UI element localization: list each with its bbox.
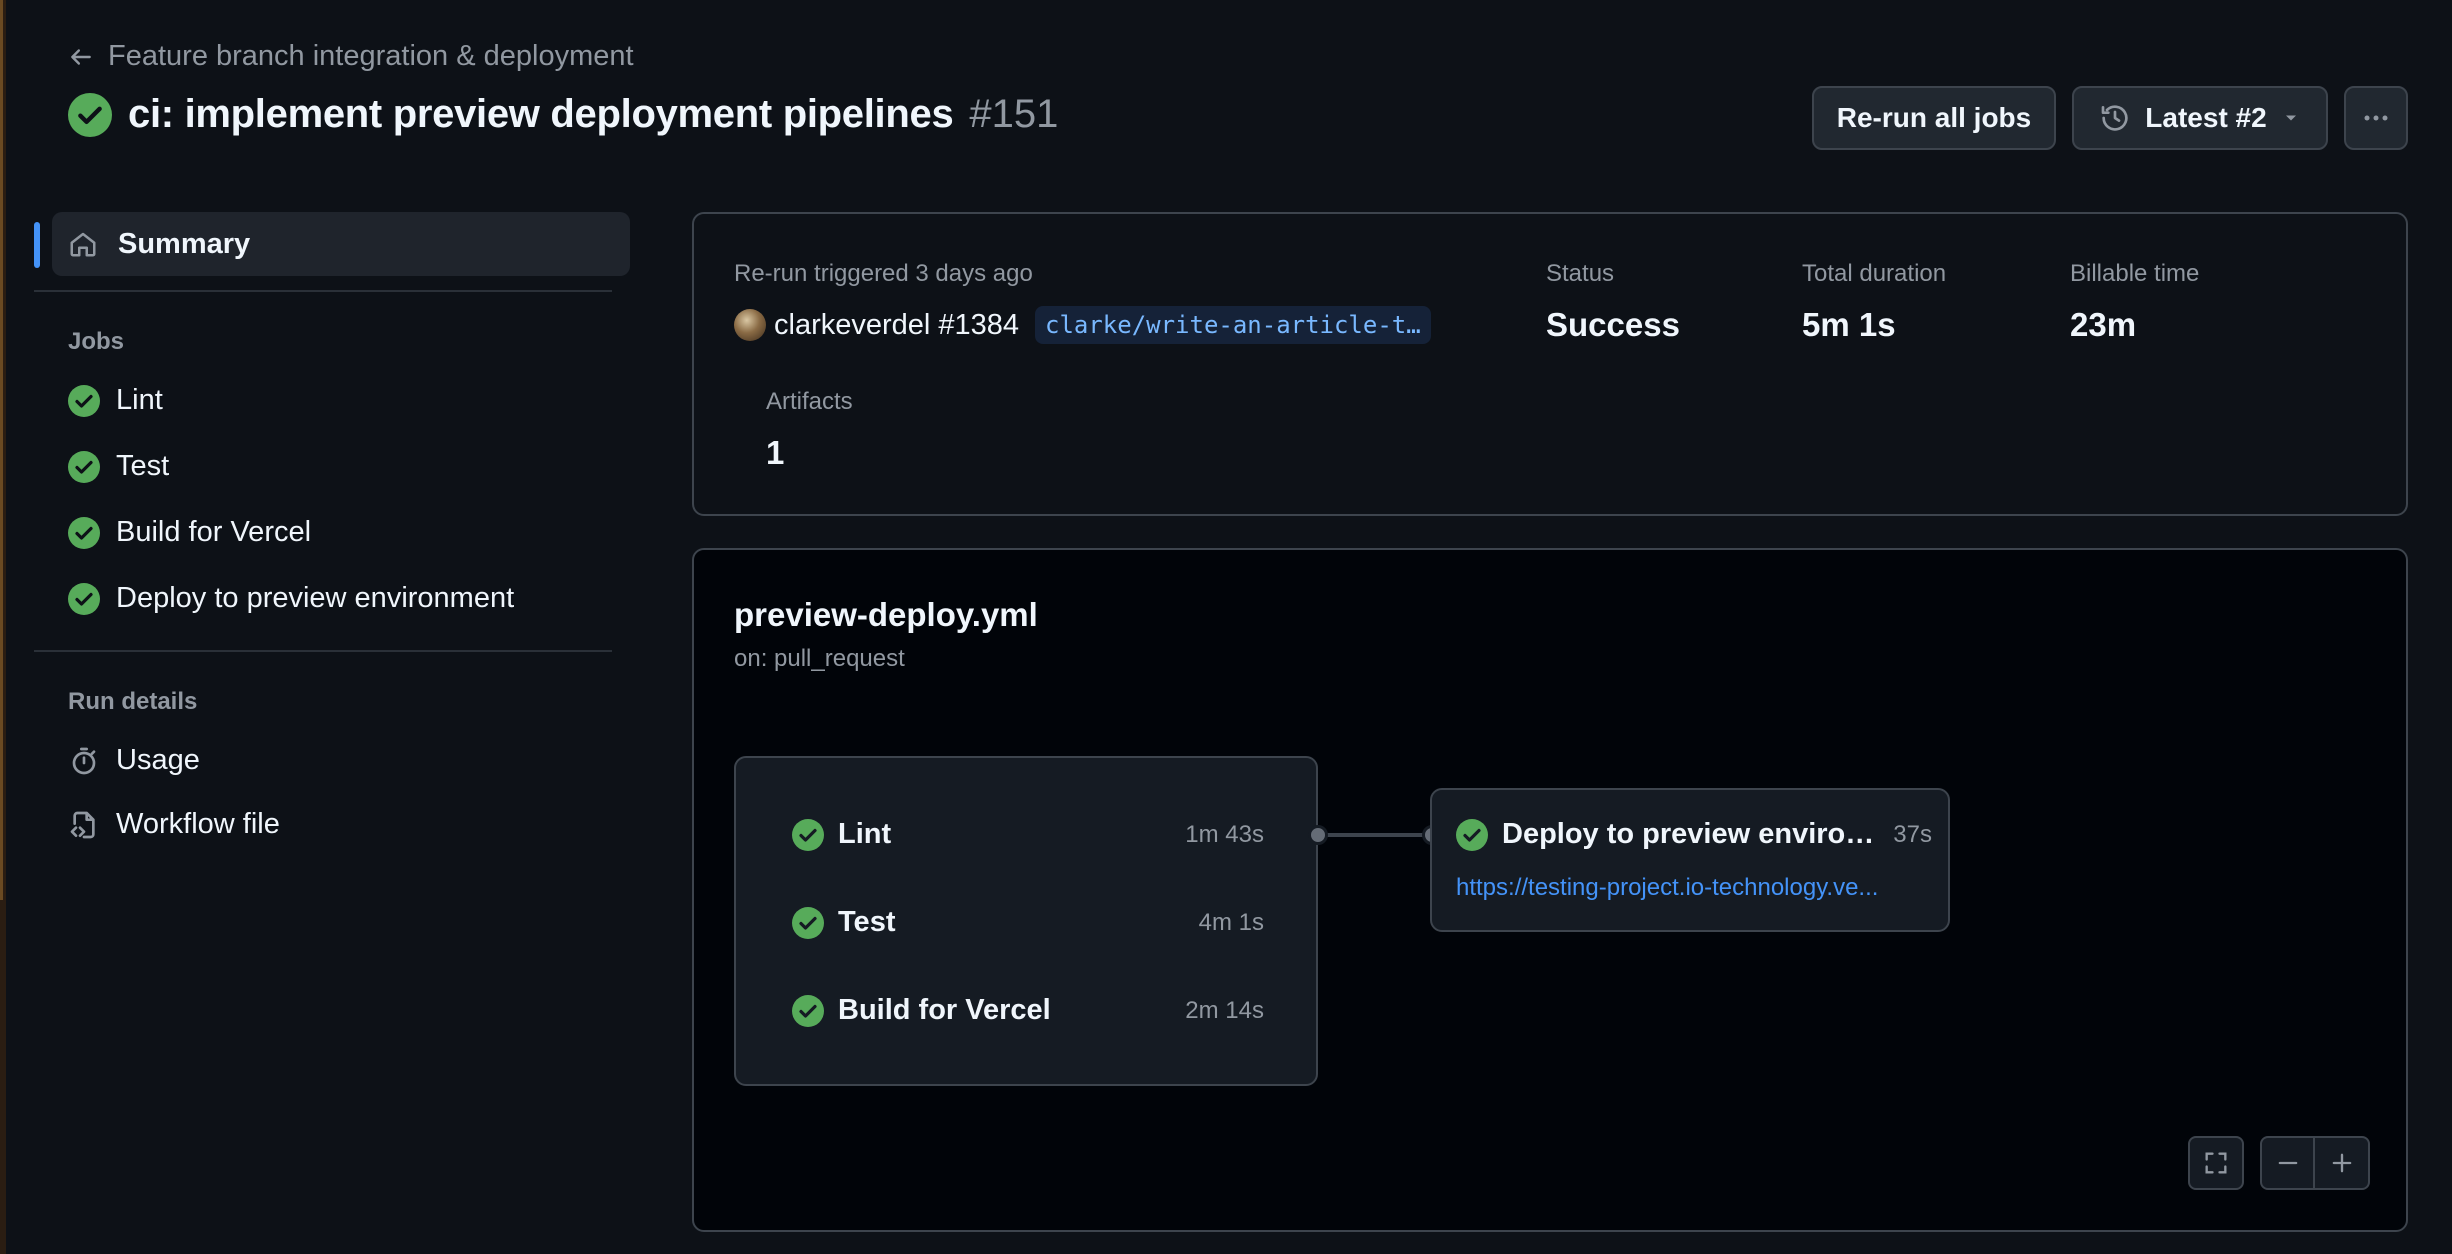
- connector-dot: [1308, 825, 1328, 845]
- sidebar-job-label: Test: [116, 450, 170, 482]
- deploy-job-header: Deploy to preview environ... 37s: [1456, 818, 1932, 851]
- back-link-label: Feature branch integration & deployment: [108, 40, 634, 72]
- jobs-heading: Jobs: [68, 328, 125, 355]
- success-check-icon: [68, 92, 112, 137]
- job-name: Deploy to preview environ...: [1502, 818, 1880, 850]
- run-number: #151: [969, 92, 1059, 136]
- sidebar-job-test[interactable]: Test: [68, 450, 169, 483]
- trigger-label: Re-run triggered 3 days ago: [734, 260, 1033, 287]
- workflow-trigger: on: pull_request: [734, 645, 905, 672]
- fullscreen-icon: [2205, 1152, 2227, 1174]
- job-name: Build for Vercel: [838, 994, 1051, 1026]
- job-duration: 4m 1s: [1198, 908, 1264, 936]
- more-options-button[interactable]: [2344, 86, 2408, 150]
- sidebar-item-summary[interactable]: Summary: [52, 212, 630, 276]
- sidebar-job-build[interactable]: Build for Vercel: [68, 516, 311, 549]
- stopwatch-icon: [72, 747, 96, 774]
- file-code-icon: [70, 811, 95, 838]
- active-nav-indicator: [34, 222, 40, 268]
- sidebar-divider: [34, 290, 612, 292]
- workflow-file-name[interactable]: preview-deploy.yml: [734, 596, 1038, 634]
- page-title: ci: implement preview deployment pipelin…: [128, 92, 954, 136]
- sidebar-job-label: Deploy to preview environment: [116, 582, 515, 614]
- success-check-icon: [68, 450, 100, 483]
- history-icon: [2101, 105, 2128, 131]
- run-summary-card: Re-run triggered 3 days ago clarkeverdel…: [692, 212, 2408, 516]
- kebab-horizontal-icon: [2364, 115, 2388, 121]
- attempt-select-button[interactable]: Latest #2: [2072, 86, 2328, 150]
- sidebar-job-deploy[interactable]: Deploy to preview environment: [68, 582, 514, 615]
- status-label: Status: [1546, 260, 1615, 287]
- sidebar-item-label: Workflow file: [116, 808, 280, 840]
- graph-job-build[interactable]: Build for Vercel 2m 14s: [792, 994, 1264, 1027]
- duration-label: Total duration: [1802, 260, 1947, 287]
- sidebar-job-label: Build for Vercel: [116, 516, 312, 548]
- window-edge: [0, 0, 6, 1254]
- deployment-url-link[interactable]: https://testing-project.io-technology.ve…: [1456, 874, 1932, 902]
- success-check-icon: [792, 818, 824, 851]
- success-check-icon: [792, 994, 824, 1027]
- caret-down-icon: [2285, 115, 2296, 121]
- graph-connector: [1318, 833, 1432, 837]
- home-icon: [70, 232, 96, 257]
- duration-value: 5m 1s: [1802, 306, 1896, 343]
- sidebar-divider: [34, 650, 612, 652]
- attempt-select-label: Latest #2: [2145, 102, 2267, 133]
- sidebar-job-label: Lint: [116, 384, 163, 416]
- artifacts-count[interactable]: 1: [766, 434, 784, 472]
- sidebar-item-workflow-file[interactable]: Workflow file: [68, 808, 280, 841]
- sidebar-item-label: Summary: [118, 227, 251, 260]
- sidebar-item-usage[interactable]: Usage: [68, 744, 200, 777]
- zoom-controls: [2260, 1136, 2370, 1190]
- success-check-icon: [68, 516, 100, 549]
- success-check-icon: [792, 906, 824, 939]
- avatar[interactable]: [734, 309, 766, 341]
- job-name: Lint: [838, 818, 892, 850]
- job-group: Lint 1m 43s Test 4m 1s Build for Vercel …: [734, 756, 1318, 1086]
- rerun-all-jobs-button[interactable]: Re-run all jobs: [1812, 86, 2056, 150]
- graph-job-deploy[interactable]: Deploy to preview environ... 37s https:/…: [1430, 788, 1950, 932]
- run-details-heading: Run details: [68, 688, 198, 715]
- graph-job-test[interactable]: Test 4m 1s: [792, 906, 1264, 939]
- status-value: Success: [1546, 306, 1680, 343]
- billable-label: Billable time: [2070, 260, 2200, 287]
- back-link[interactable]: Feature branch integration & deployment: [68, 40, 634, 73]
- job-name: Test: [838, 906, 896, 938]
- job-duration: 1m 43s: [1185, 820, 1264, 848]
- job-duration: 2m 14s: [1185, 996, 1264, 1024]
- zoom-out-button[interactable]: [2262, 1138, 2316, 1188]
- minus-icon: [2278, 1161, 2297, 1165]
- graph-job-lint[interactable]: Lint 1m 43s: [792, 818, 1264, 851]
- success-check-icon: [68, 384, 100, 417]
- billable-value: 23m: [2070, 306, 2137, 343]
- arrow-left-icon: [71, 48, 91, 65]
- fullscreen-button[interactable]: [2188, 1136, 2244, 1190]
- success-check-icon: [1456, 818, 1488, 851]
- success-check-icon: [68, 582, 100, 615]
- pr-number[interactable]: #1384: [938, 309, 1019, 342]
- trigger-details: clarkeverdel #1384 clarke/write-an-artic…: [734, 306, 1431, 344]
- sidebar-item-label: Usage: [116, 744, 200, 776]
- actor-name[interactable]: clarkeverdel: [774, 309, 930, 342]
- plus-icon: [2332, 1153, 2351, 1173]
- rerun-all-jobs-label: Re-run all jobs: [1836, 102, 2032, 133]
- job-duration: 37s: [1893, 820, 1932, 848]
- branch-name[interactable]: clarke/write-an-article-t…: [1035, 306, 1431, 344]
- artifacts-label: Artifacts: [766, 388, 853, 415]
- sidebar-job-lint[interactable]: Lint: [68, 384, 163, 417]
- workflow-graph-card: preview-deploy.yml on: pull_request Lint…: [692, 548, 2408, 1232]
- zoom-in-button[interactable]: [2315, 1138, 2368, 1188]
- page-title-row: ci: implement preview deployment pipelin…: [68, 92, 1058, 137]
